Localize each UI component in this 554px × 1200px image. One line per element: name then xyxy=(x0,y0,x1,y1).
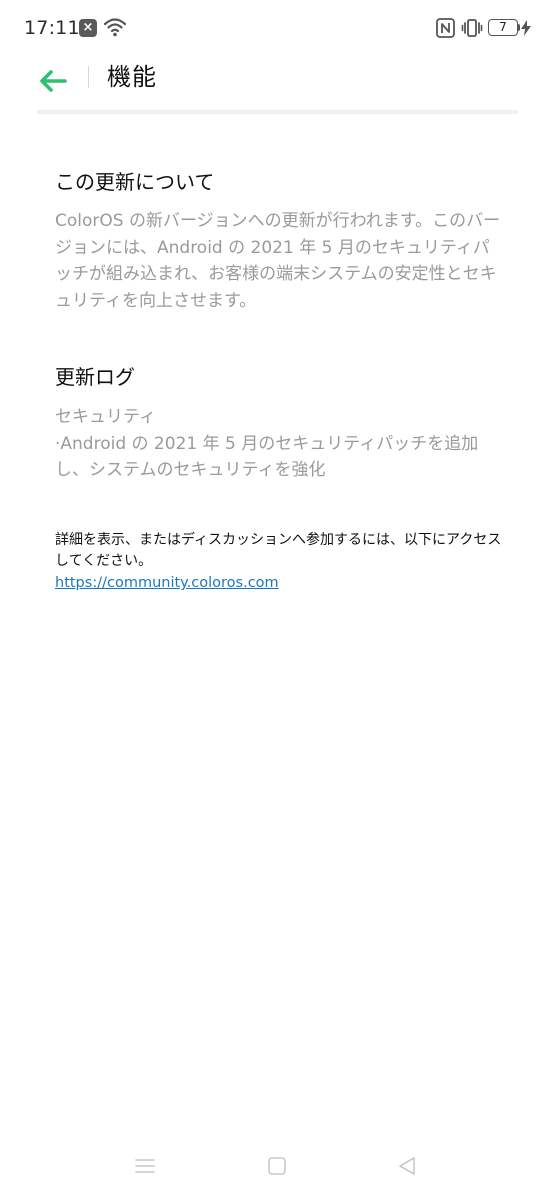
battery-level: 7 xyxy=(499,20,507,34)
charging-bolt-icon xyxy=(521,20,531,36)
more-info-text: 詳細を表示、またはディスカッションへ参加するには、以下にアクセスしてください。 xyxy=(55,532,502,569)
battery-icon: 7 xyxy=(488,19,518,36)
page-title: 機能 xyxy=(107,63,157,91)
update-log-line: セキュリティ xyxy=(55,407,156,427)
community-link[interactable]: https://community.coloros.com xyxy=(55,573,279,593)
about-update-title: この更新について xyxy=(55,170,215,194)
back-icon[interactable] xyxy=(396,1155,418,1177)
back-button[interactable] xyxy=(34,62,72,100)
back-arrow-icon xyxy=(40,70,67,92)
nfc-icon xyxy=(436,18,455,38)
status-time: 17:11 xyxy=(24,17,80,39)
update-log-line: ·Android の 2021 年 5 月のセキュリティパッチを追加し、システム… xyxy=(55,433,479,481)
about-update-body: ColorOS の新バージョンへの更新が行われます。このバージョンには、Andr… xyxy=(55,211,501,311)
notification-x-icon: × xyxy=(79,19,97,37)
header-separator xyxy=(37,110,518,114)
update-log-body: セキュリティ ·Android の 2021 年 5 月のセキュリティパッチを追… xyxy=(55,404,503,484)
header-divider xyxy=(88,66,89,88)
update-log-title: 更新ログ xyxy=(55,365,135,389)
home-icon[interactable] xyxy=(266,1155,288,1177)
wifi-icon xyxy=(103,18,127,37)
navigation-bar xyxy=(0,1138,554,1200)
menu-icon[interactable] xyxy=(134,1155,156,1177)
status-bar: 17:11 × 7 xyxy=(0,0,554,56)
app-header: 機能 xyxy=(0,56,554,114)
vibrate-icon xyxy=(461,19,483,37)
battery-cap xyxy=(517,24,520,31)
